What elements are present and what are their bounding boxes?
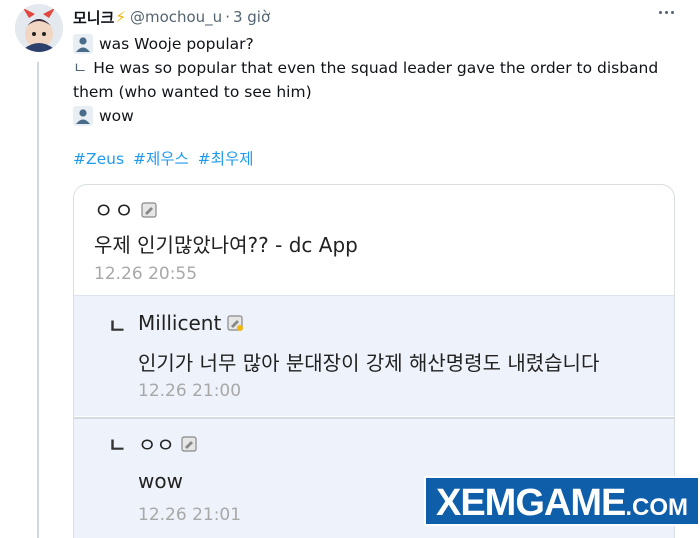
reply-author-row: Millicent — [138, 311, 244, 335]
tweet-text: was Wooje popular? ㄴ He was so popular th… — [73, 32, 673, 128]
member-icon — [227, 315, 244, 331]
post-text: 우제 인기많았나여?? - dc App — [94, 233, 358, 257]
watermark-main: XEMGAME — [435, 482, 626, 524]
separator-dot: · — [225, 8, 230, 26]
tweet-header: 모니크 ⚡ @mochou_u · 3 giờ — [73, 6, 670, 28]
tweet-line-text: He was so popular that even the squad le… — [73, 59, 659, 101]
watermark-suffix: .COM — [625, 494, 689, 521]
display-name[interactable]: 모니크 — [73, 7, 114, 28]
hashtag-link[interactable]: #제우스 — [133, 150, 189, 168]
more-options-icon[interactable] — [659, 11, 674, 14]
reply-author: Millicent — [138, 311, 222, 335]
member-icon — [181, 435, 197, 452]
hashtag-link[interactable]: #Zeus — [73, 150, 124, 168]
tweet-line-text: wow — [99, 107, 134, 125]
tweet-line-2: ㄴ He was so popular that even the squad l… — [73, 56, 673, 104]
lightning-emoji: ⚡ — [115, 8, 126, 26]
reply-arrow: ㄴ — [108, 314, 127, 338]
hashtag-link[interactable]: #최우제 — [198, 150, 254, 168]
post-author: ㅇㅇ — [94, 199, 135, 223]
member-icon — [141, 202, 157, 218]
reply-arrow: ㄴ — [108, 433, 127, 457]
post-time: 12.26 20:55 — [94, 264, 198, 284]
reply-time: 12.26 21:00 — [138, 381, 242, 401]
tweet-time[interactable]: 3 giờ — [233, 8, 270, 26]
reply-item: ㄴ Millicent 인기가 너무 많아 분대장이 강제 해산명령도 내렸습니… — [74, 295, 674, 416]
reply-text: wow — [138, 469, 183, 493]
thread-line — [37, 62, 39, 538]
person-icon — [73, 34, 93, 54]
reply-author: ㅇㅇ — [138, 433, 175, 457]
reply-mark: ㄴ — [73, 59, 88, 77]
post-header: ㅇㅇ — [94, 195, 157, 225]
reply-author-row: ㅇㅇ — [138, 429, 197, 458]
person-icon — [73, 106, 93, 126]
reply-text: 인기가 너무 많아 분대장이 강제 해산명령도 내렸습니다 — [138, 351, 600, 375]
avatar[interactable] — [15, 4, 63, 52]
tweet-line-1: was Wooje popular? — [73, 32, 673, 56]
user-handle[interactable]: @mochou_u — [130, 8, 222, 26]
reply-time: 12.26 21:01 — [138, 505, 242, 525]
xemgame-watermark-logo: XEMGAME .COM — [424, 476, 700, 526]
tweet-line-text: was Wooje popular? — [99, 35, 254, 53]
tweet-line-3: wow — [73, 104, 673, 128]
avatar-illustration — [15, 4, 63, 52]
hashtags: #Zeus #제우스 #최우제 — [73, 147, 257, 169]
